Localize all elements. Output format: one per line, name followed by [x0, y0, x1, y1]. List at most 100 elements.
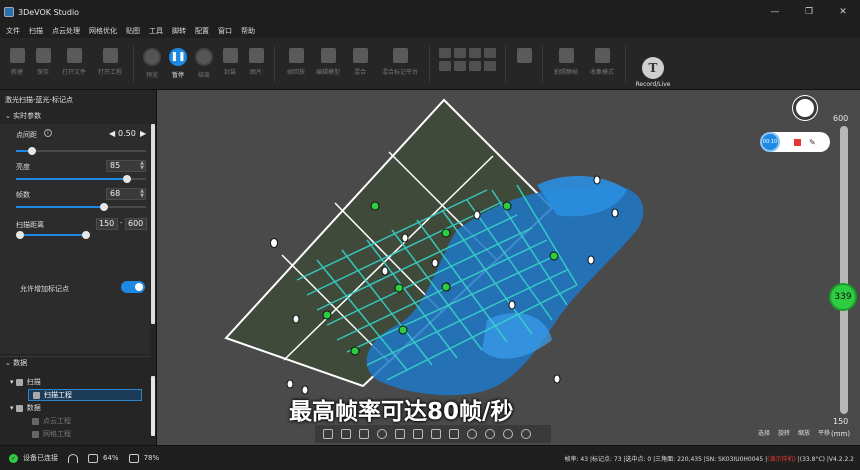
slider-handle[interactable]	[122, 175, 131, 183]
align-icon	[516, 48, 532, 63]
view-tool-icon[interactable]	[469, 61, 481, 71]
edit-model-button[interactable]: 编辑模型	[312, 38, 344, 88]
tree-item-data[interactable]: ▾ 数据	[10, 402, 41, 414]
select-all-icon[interactable]	[395, 429, 405, 439]
point-spacing-label: 点间距	[16, 131, 37, 139]
menu-mesh[interactable]: 网格优化	[89, 26, 126, 36]
sphere-icon[interactable]	[521, 429, 531, 439]
replay-button[interactable]: 帧回放	[280, 38, 312, 88]
tree-item-point-cloud[interactable]: 点云工程	[32, 415, 71, 427]
scan-distance-min-input[interactable]: 150	[96, 218, 118, 230]
brightness-input[interactable]: 85 ▲ ▼	[106, 160, 146, 172]
view-tool-icon[interactable]	[454, 61, 466, 71]
menu-point-cloud[interactable]: 点云处理	[52, 26, 89, 36]
platform-icon	[392, 48, 408, 63]
realtime-params-header[interactable]: ⌄ 实时参数	[0, 110, 150, 122]
pen-icon[interactable]: ✎	[809, 138, 816, 147]
close-button[interactable]: ✕	[826, 0, 860, 24]
main-toolbar: 新建 保存 打开文件 打开工程 预览 ❚❚ 暂停 结束 封装 图片 帧回放 编辑模…	[0, 38, 860, 90]
merge-icon	[352, 48, 368, 63]
save-button[interactable]: 保存	[30, 38, 56, 88]
point-spacing-slider[interactable]	[16, 147, 146, 155]
open-project-icon	[102, 48, 118, 63]
frame-rate-input[interactable]: 68 ▲ ▼	[106, 188, 146, 200]
view-tool-icon[interactable]	[484, 48, 496, 58]
view-tool-icon[interactable]	[439, 48, 451, 58]
mesh-button[interactable]: 封装	[217, 38, 243, 88]
slider-handle[interactable]	[16, 231, 24, 239]
menu-tools[interactable]: 工具	[149, 26, 172, 36]
menu-transform[interactable]: 脚转	[172, 26, 195, 36]
view-tool-icon[interactable]	[454, 48, 466, 58]
menu-window[interactable]: 窗口	[218, 26, 241, 36]
menu-help[interactable]: 帮助	[241, 26, 264, 36]
minimize-button[interactable]: —	[758, 0, 792, 24]
3d-viewport[interactable]: 00:10 ✎ 600 339 150 (mm) 最高帧率可达80帧/秒 选择 …	[157, 90, 860, 445]
point-spacing-inc-icon[interactable]: ▶	[140, 129, 146, 138]
open-project-button[interactable]: 打开工程	[92, 38, 128, 88]
invert-select-icon[interactable]	[413, 429, 423, 439]
tree-item-scan[interactable]: ▾ 扫描	[10, 376, 41, 388]
camera-icon[interactable]	[793, 96, 817, 120]
view-tool-icon[interactable]	[484, 61, 496, 71]
allow-markers-label: 允许增加标记点	[20, 285, 69, 293]
view-tool-icon[interactable]	[469, 48, 481, 58]
panel-title: 激光扫描-蓝光-标记点	[5, 96, 74, 104]
preview-button[interactable]: 预览	[139, 38, 165, 88]
circle-select-icon[interactable]	[503, 429, 513, 439]
expand-icon[interactable]: ▾	[10, 378, 16, 386]
params-scrollbar[interactable]	[151, 124, 155, 324]
delete-icon[interactable]	[449, 429, 459, 439]
new-button[interactable]: 新建	[4, 38, 30, 88]
recording-timer[interactable]: 00:10	[760, 132, 780, 152]
mesh-icon	[32, 430, 39, 438]
slider-handle[interactable]	[82, 231, 90, 239]
platform-button[interactable]: 混合标记平台	[376, 38, 424, 88]
image-button[interactable]: 图片	[243, 38, 269, 88]
lasso-icon[interactable]	[467, 429, 477, 439]
pause-button[interactable]: ❚❚ 暂停	[165, 38, 191, 88]
point-spacing-dec-icon[interactable]: ◀	[109, 129, 115, 138]
tree-item-scan-project[interactable]: 扫描工程	[28, 389, 142, 401]
brush-icon[interactable]	[485, 429, 495, 439]
signal-icon	[88, 453, 98, 463]
expand-icon[interactable]: ▾	[10, 404, 16, 412]
snapshot-button[interactable]: 拍照静帧	[548, 38, 584, 88]
app-window: 3DeVOK Studio — ❐ ✕ 文件 扫描 点云处理 网格优化 贴图 工…	[0, 0, 860, 470]
stop-button[interactable]: 结束	[191, 38, 217, 88]
menu-file[interactable]: 文件	[6, 26, 29, 36]
allow-markers-toggle[interactable]	[121, 281, 145, 293]
merge-button[interactable]: 混合	[344, 38, 376, 88]
align-button[interactable]	[511, 38, 537, 88]
menu-scan[interactable]: 扫描	[29, 26, 52, 36]
slider-handle[interactable]	[27, 147, 36, 155]
spin-arrows-icon[interactable]: ▲ ▼	[140, 189, 144, 199]
spin-arrows-icon[interactable]: ▲ ▼	[140, 161, 144, 171]
menu-config[interactable]: 配置	[195, 26, 218, 36]
menu-texture[interactable]: 贴图	[126, 26, 149, 36]
fit-view-icon[interactable]	[323, 429, 333, 439]
orbit-icon[interactable]	[377, 429, 387, 439]
depth-min-label: 150	[833, 417, 849, 426]
frame-rate-slider[interactable]	[16, 203, 146, 211]
data-header[interactable]: ⌄ 数据	[0, 356, 150, 368]
slider-handle[interactable]	[100, 203, 109, 211]
cube-view-icon[interactable]	[359, 429, 369, 439]
info-icon[interactable]: i	[44, 129, 52, 137]
maximize-button[interactable]: ❐	[792, 0, 826, 24]
collect-button[interactable]: 收集模式	[584, 38, 620, 88]
scan-distance-slider[interactable]	[16, 231, 90, 239]
clear-select-icon[interactable]	[431, 429, 441, 439]
record-button[interactable]: T Record/Live	[631, 38, 675, 88]
depth-gauge	[840, 126, 848, 414]
stop-record-icon[interactable]	[794, 138, 801, 146]
view-tool-icon[interactable]	[439, 61, 451, 71]
open-file-button[interactable]: 打开文件	[56, 38, 92, 88]
tree-scrollbar[interactable]	[151, 376, 155, 436]
image-icon	[248, 48, 264, 63]
tree-item-mesh[interactable]: 网格工程	[32, 428, 71, 440]
frame-rate-label: 帧数	[16, 191, 30, 199]
cube-view-icon[interactable]	[341, 429, 351, 439]
brightness-slider[interactable]	[16, 175, 146, 183]
scan-distance-max-input[interactable]: 600	[125, 218, 147, 230]
